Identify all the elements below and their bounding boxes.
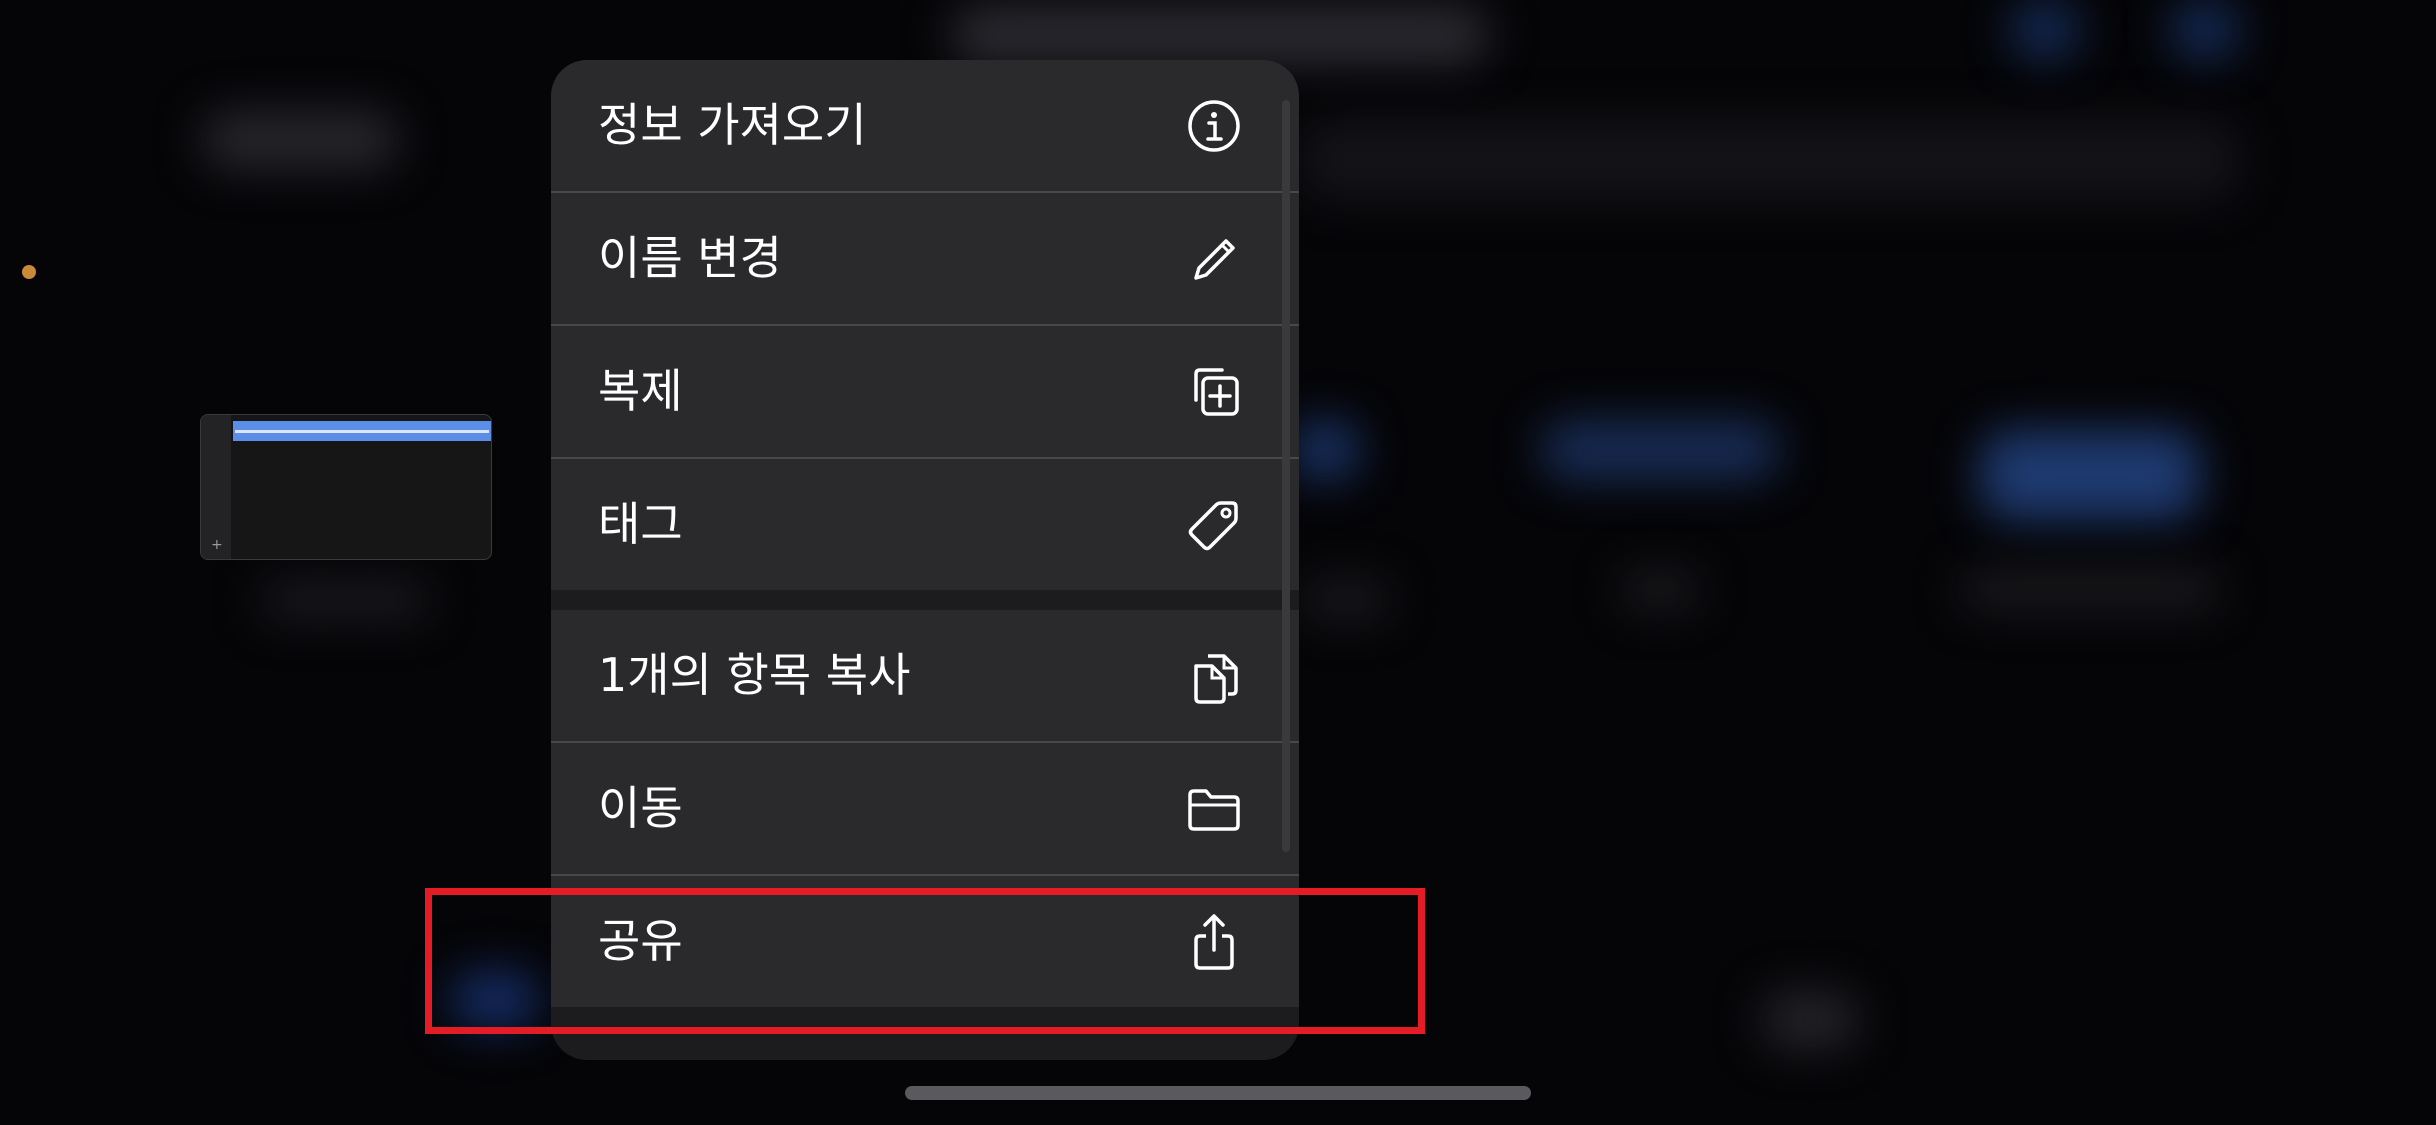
home-indicator[interactable] [905, 1086, 1531, 1100]
info-circle-icon [1188, 100, 1240, 152]
menu-item-rename[interactable]: 이름 변경 [551, 193, 1299, 324]
copy-documents-icon [1194, 654, 1238, 704]
menu-item-label: 이름 변경 [598, 231, 782, 285]
share-highlight-box [425, 888, 1425, 1034]
blurred-top-button [2170, 0, 2240, 60]
menu-item-duplicate[interactable]: 복제 [551, 326, 1299, 457]
menu-scrollbar[interactable] [1282, 100, 1290, 852]
menu-item-label: 이동 [598, 781, 683, 835]
menu-item-tags[interactable]: 태그 [551, 459, 1299, 590]
project-thumbnail[interactable]: + [200, 414, 492, 560]
blurred-file-thumbnail [1290, 420, 1360, 480]
status-dot [22, 265, 36, 279]
menu-item-label: 1개의 항목 복사 [598, 648, 911, 702]
menu-item-copy[interactable]: 1개의 항목 복사 [551, 610, 1299, 741]
menu-item-get-info[interactable]: 정보 가져오기 [551, 60, 1299, 191]
thumbnail-waveform [235, 430, 489, 433]
folder-icon [1188, 789, 1240, 831]
blurred-title [200, 110, 400, 170]
blurred-file-thumbnail [1980, 430, 2200, 520]
blurred-file-name [1620, 570, 1700, 610]
blurred-file-name [260, 580, 430, 620]
duplicate-plus-icon [1194, 368, 1239, 416]
menu-item-label: 태그 [598, 497, 683, 551]
blurred-file-name [1300, 580, 1390, 620]
blurred-bottom-item [1760, 990, 1860, 1050]
blurred-search-bar [1300, 120, 2240, 200]
files-browser-screen: + 정보 가져오기 이름 변경 복제 태그 1개의 항목 복사 이동 공유 [0, 0, 2436, 1125]
menu-item-label: 복제 [598, 364, 683, 418]
tag-icon [1188, 501, 1238, 551]
menu-item-label: 정보 가져오기 [598, 98, 867, 152]
blurred-top-button [2010, 0, 2080, 60]
menu-item-move[interactable]: 이동 [551, 743, 1299, 874]
thumbnail-add-icon: + [211, 537, 223, 553]
blurred-header-bar [950, 5, 1490, 65]
pencil-icon [1194, 239, 1235, 280]
blurred-file-name [1960, 570, 2220, 610]
blurred-file-thumbnail [1540, 420, 1780, 480]
